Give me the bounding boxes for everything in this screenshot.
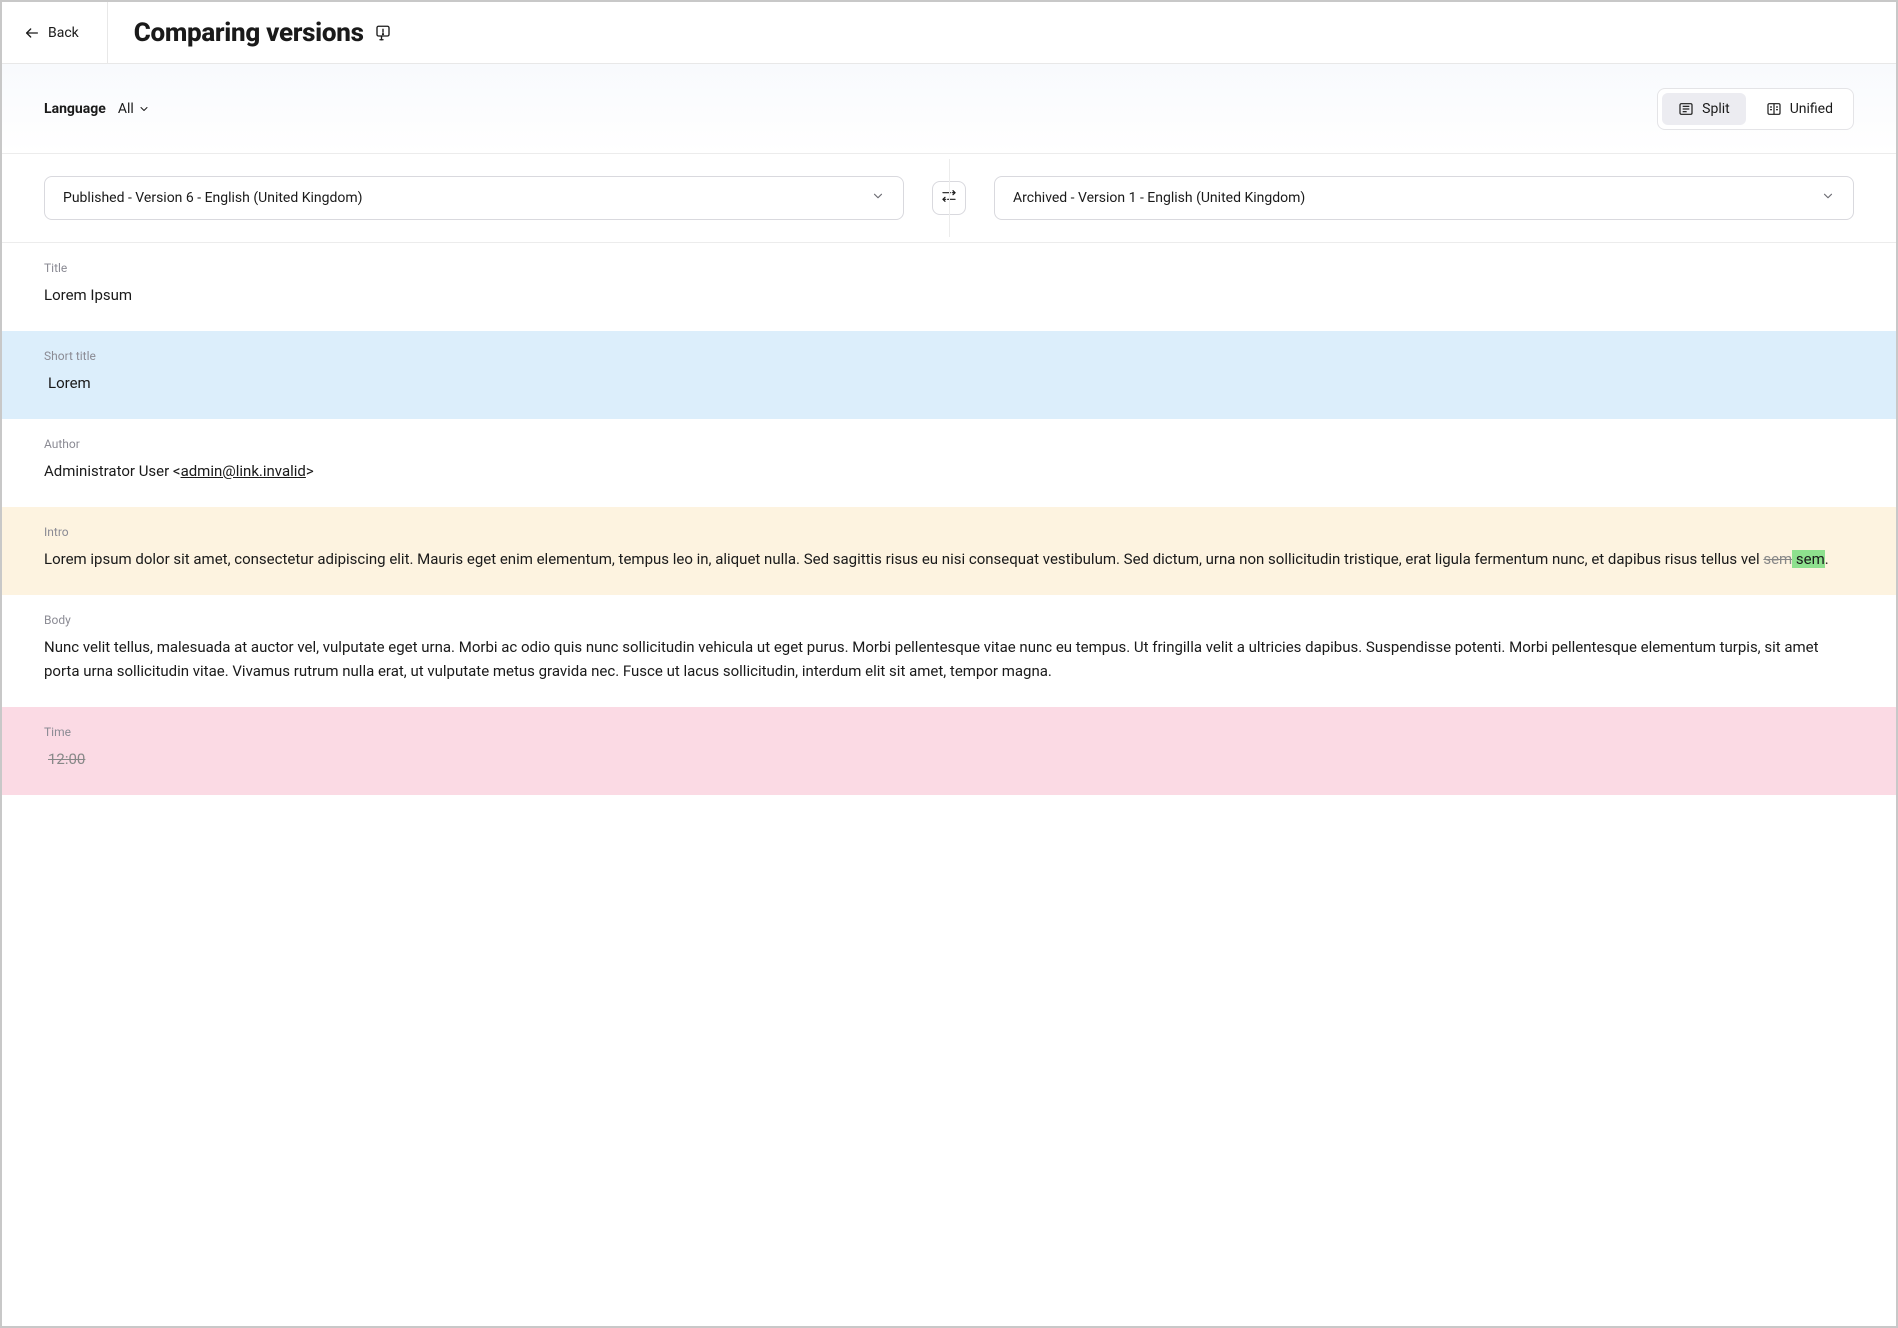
- view-unified-button[interactable]: Unified: [1750, 93, 1849, 125]
- author-email-link[interactable]: admin@link.invalid: [181, 462, 306, 480]
- intro-text-before: Lorem ipsum dolor sit amet, consectetur …: [44, 550, 1763, 568]
- top-header: Back Comparing versions: [2, 2, 1896, 64]
- chevron-down-icon: [871, 189, 885, 207]
- field-author-label: Author: [44, 437, 1854, 451]
- field-title-label: Title: [44, 261, 1854, 275]
- field-time: Time 12:00: [2, 707, 1896, 795]
- field-body-label: Body: [44, 613, 1854, 627]
- field-title: Title Lorem Ipsum: [2, 243, 1896, 331]
- version-left-label: Published - Version 6 - English (United …: [63, 190, 363, 206]
- field-short-title: Short title Lorem: [2, 331, 1896, 419]
- field-author-value: Administrator User <admin@link.invalid>: [44, 459, 1854, 483]
- field-title-value: Lorem Ipsum: [44, 283, 1854, 307]
- language-filter: Language All: [44, 101, 150, 117]
- language-dropdown[interactable]: All: [118, 101, 150, 117]
- title-wrap: Comparing versions: [108, 18, 392, 48]
- version-select-left[interactable]: Published - Version 6 - English (United …: [44, 176, 904, 220]
- field-short-title-value: Lorem: [44, 371, 1854, 395]
- view-split-label: Split: [1702, 101, 1730, 117]
- field-intro: Intro Lorem ipsum dolor sit amet, consec…: [2, 507, 1896, 595]
- arrow-left-icon: [24, 25, 40, 41]
- view-toggle: Split Unified: [1657, 88, 1854, 130]
- field-time-value: 12:00: [44, 747, 1854, 771]
- field-intro-value: Lorem ipsum dolor sit amet, consectetur …: [44, 547, 1854, 571]
- divider: [949, 159, 950, 237]
- versions-row: Published - Version 6 - English (United …: [2, 154, 1896, 243]
- view-unified-label: Unified: [1790, 101, 1833, 117]
- author-name: Administrator User: [44, 462, 169, 480]
- time-deleted: 12:00: [48, 750, 85, 768]
- split-view-icon: [1678, 101, 1694, 117]
- field-time-label: Time: [44, 725, 1854, 739]
- chevron-down-icon: [138, 103, 150, 115]
- intro-deleted: sem: [1763, 550, 1792, 568]
- field-intro-label: Intro: [44, 525, 1854, 539]
- swap-wrap: [904, 181, 994, 215]
- back-label: Back: [48, 25, 79, 41]
- filter-bar: Language All Split Unified: [2, 64, 1896, 154]
- version-right-label: Archived - Version 1 - English (United K…: [1013, 190, 1305, 206]
- language-value: All: [118, 101, 134, 117]
- field-short-title-label: Short title: [44, 349, 1854, 363]
- version-select-right[interactable]: Archived - Version 1 - English (United K…: [994, 176, 1854, 220]
- field-body: Body Nunc velit tellus, malesuada at auc…: [2, 595, 1896, 707]
- back-button[interactable]: Back: [2, 2, 108, 63]
- field-body-value: Nunc velit tellus, malesuada at auctor v…: [44, 635, 1854, 683]
- unified-view-icon: [1766, 101, 1782, 117]
- field-author: Author Administrator User <admin@link.in…: [2, 419, 1896, 507]
- flag-icon: [374, 24, 392, 42]
- view-split-button[interactable]: Split: [1662, 93, 1746, 125]
- page-title: Comparing versions: [134, 18, 364, 48]
- intro-inserted: sem: [1792, 550, 1825, 568]
- intro-text-after: .: [1825, 550, 1829, 568]
- chevron-down-icon: [1821, 189, 1835, 207]
- language-label: Language: [44, 101, 106, 117]
